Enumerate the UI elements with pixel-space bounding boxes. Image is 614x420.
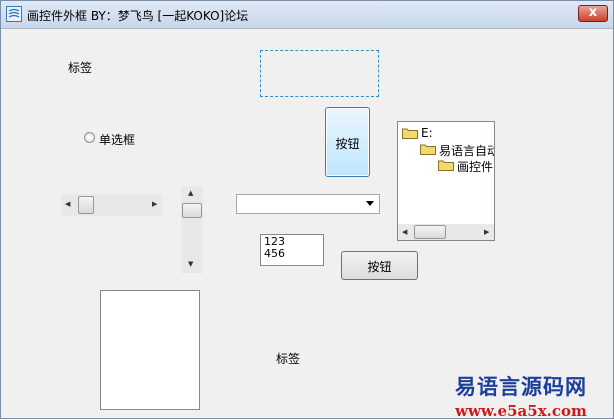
- vertical-scrollbar[interactable]: ▲ ▼: [181, 186, 203, 273]
- title-bar[interactable]: 画控件外框 BY：梦飞鸟 [一起KOKO]论坛 x: [1, 1, 613, 29]
- small-button-label: 按钮: [367, 260, 392, 274]
- picture-box[interactable]: [100, 290, 200, 410]
- arrow-right-icon[interactable]: ▶: [152, 200, 157, 208]
- radio-circle-icon[interactable]: [84, 132, 95, 143]
- large-button-label: 按钮: [335, 137, 360, 151]
- folder-icon: [438, 160, 454, 171]
- window-title: 画控件外框 BY：梦飞鸟 [一起KOKO]论坛: [27, 9, 249, 23]
- radio-label: 单选框: [99, 133, 136, 147]
- small-button[interactable]: 按钮: [341, 251, 418, 280]
- arrow-right-icon[interactable]: ▶: [484, 228, 489, 236]
- combo-box[interactable]: [236, 194, 380, 214]
- tree-scroll-thumb[interactable]: [414, 225, 446, 239]
- arrow-down-icon[interactable]: ▼: [188, 260, 193, 268]
- main-window: 画控件外框 BY：梦飞鸟 [一起KOKO]论坛 x 标签 单选框 按钮 ◀ ▶ …: [0, 0, 614, 420]
- tree-node-label: 画控件: [457, 160, 494, 174]
- watermark-url: www.e5a5x.com: [455, 402, 587, 420]
- textbox-line: 456: [264, 247, 285, 260]
- tree-node-label: 易语言自动: [439, 144, 495, 158]
- watermark-title: 易语言源码网: [455, 374, 587, 399]
- horizontal-scrollbar[interactable]: ◀ ▶: [61, 194, 162, 216]
- large-button[interactable]: 按钮: [325, 107, 370, 177]
- dropdown-arrow-icon[interactable]: [366, 201, 374, 206]
- tree-horizontal-scrollbar[interactable]: ◀ ▶: [398, 224, 494, 240]
- close-button[interactable]: x: [578, 5, 608, 22]
- close-icon: x: [588, 5, 598, 20]
- folder-icon: [402, 128, 418, 139]
- app-icon: [6, 6, 22, 22]
- vertical-scroll-thumb[interactable]: [182, 203, 202, 218]
- folder-icon: [420, 144, 436, 155]
- tree-node-label: E:: [421, 126, 433, 140]
- horizontal-scroll-thumb[interactable]: [78, 196, 94, 214]
- label-top: 标签: [68, 61, 93, 75]
- multiline-textbox[interactable]: 123 456: [260, 234, 324, 266]
- site-watermark: 易语言源码网 www.e5a5x.com: [441, 371, 601, 420]
- control-outline-frame[interactable]: [260, 50, 379, 97]
- label-bottom: 标签: [276, 352, 301, 366]
- arrow-left-icon[interactable]: ◀: [65, 200, 70, 208]
- arrow-up-icon[interactable]: ▲: [188, 189, 193, 197]
- arrow-left-icon[interactable]: ◀: [402, 228, 407, 236]
- tree-view[interactable]: E: 易语言自动 画控件 ◀ ▶: [397, 121, 495, 241]
